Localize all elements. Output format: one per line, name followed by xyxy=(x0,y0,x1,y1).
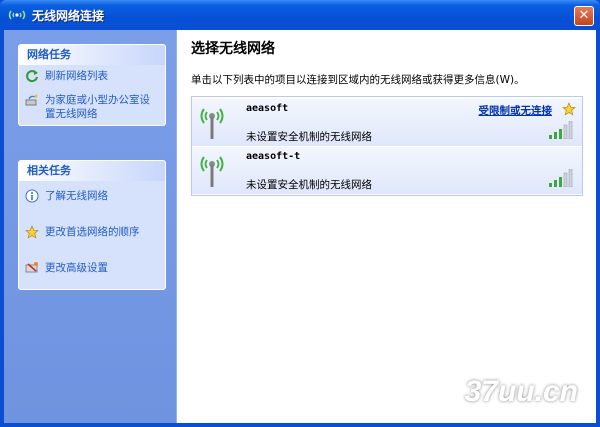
preferred-star-icon xyxy=(562,102,576,116)
network-tasks-box: 网络任务 刷新网络列表 为家庭或小型办公室设置无线网络 xyxy=(18,44,166,126)
network-item[interactable]: aeasoft-t 未设置安全机制的无线网络 xyxy=(192,147,582,194)
info-icon xyxy=(25,189,39,203)
settings-icon xyxy=(25,262,38,273)
network-ssid: aeasoft xyxy=(246,103,289,114)
page-title: 选择无线网络 xyxy=(191,41,275,57)
title-bar: 无线网络连接 ✕ xyxy=(0,0,600,30)
network-list: aeasoft 受限制或无连接 未设置安全机制的无线网络 aeasoft-t 未… xyxy=(191,96,583,196)
wizard-icon xyxy=(25,94,38,106)
signal-strength-icon xyxy=(549,121,573,139)
star-icon xyxy=(25,225,39,239)
task-change-order[interactable]: 更改首选网络的顺序 xyxy=(19,221,165,245)
network-tasks-header: 网络任务 xyxy=(19,45,165,65)
antenna-icon xyxy=(200,156,224,187)
wireless-connection-window: 无线网络连接 ✕ 网络任务 刷新网络列表 为家庭或小型办公室设置无线网络 相关任… xyxy=(0,0,600,427)
related-tasks-header: 相关任务 xyxy=(19,161,165,181)
task-label: 更改首选网络的顺序 xyxy=(45,226,140,238)
related-tasks-box: 相关任务 了解无线网络 更改首选网络的顺序 更改高级设置 xyxy=(18,160,166,290)
network-list-pane: 选择无线网络 单击以下列表中的项目以连接到区域内的无线网络或获得更多信息(W)。… xyxy=(176,30,596,423)
signal-strength-icon xyxy=(549,169,573,187)
task-setup-wireless[interactable]: 为家庭或小型办公室设置无线网络 xyxy=(19,89,165,125)
task-learn-wireless[interactable]: 了解无线网络 xyxy=(19,185,165,209)
task-pane: 网络任务 刷新网络列表 为家庭或小型办公室设置无线网络 相关任务 了解无线网络 … xyxy=(4,30,176,423)
connection-status-link[interactable]: 受限制或无连接 xyxy=(479,103,553,118)
task-label: 为家庭或小型办公室设置无线网络 xyxy=(45,94,150,120)
close-button[interactable]: ✕ xyxy=(574,6,594,26)
task-label: 更改高级设置 xyxy=(45,262,108,274)
network-security-status: 未设置安全机制的无线网络 xyxy=(246,179,372,191)
window-title: 无线网络连接 xyxy=(32,9,105,23)
refresh-icon xyxy=(26,70,38,83)
wireless-icon xyxy=(8,10,26,20)
task-label: 了解无线网络 xyxy=(45,190,108,202)
network-ssid: aeasoft-t xyxy=(246,151,301,162)
page-subtitle: 单击以下列表中的项目以连接到区域内的无线网络或获得更多信息(W)。 xyxy=(191,74,525,86)
task-refresh-network-list[interactable]: 刷新网络列表 xyxy=(19,65,165,89)
watermark: 37uu.cn xyxy=(464,375,578,408)
network-item[interactable]: aeasoft 受限制或无连接 未设置安全机制的无线网络 xyxy=(192,99,582,146)
task-advanced-settings[interactable]: 更改高级设置 xyxy=(19,257,165,281)
network-security-status: 未设置安全机制的无线网络 xyxy=(246,131,372,143)
task-label: 刷新网络列表 xyxy=(45,70,108,82)
window-client: 网络任务 刷新网络列表 为家庭或小型办公室设置无线网络 相关任务 了解无线网络 … xyxy=(4,30,596,423)
antenna-icon xyxy=(200,108,224,139)
